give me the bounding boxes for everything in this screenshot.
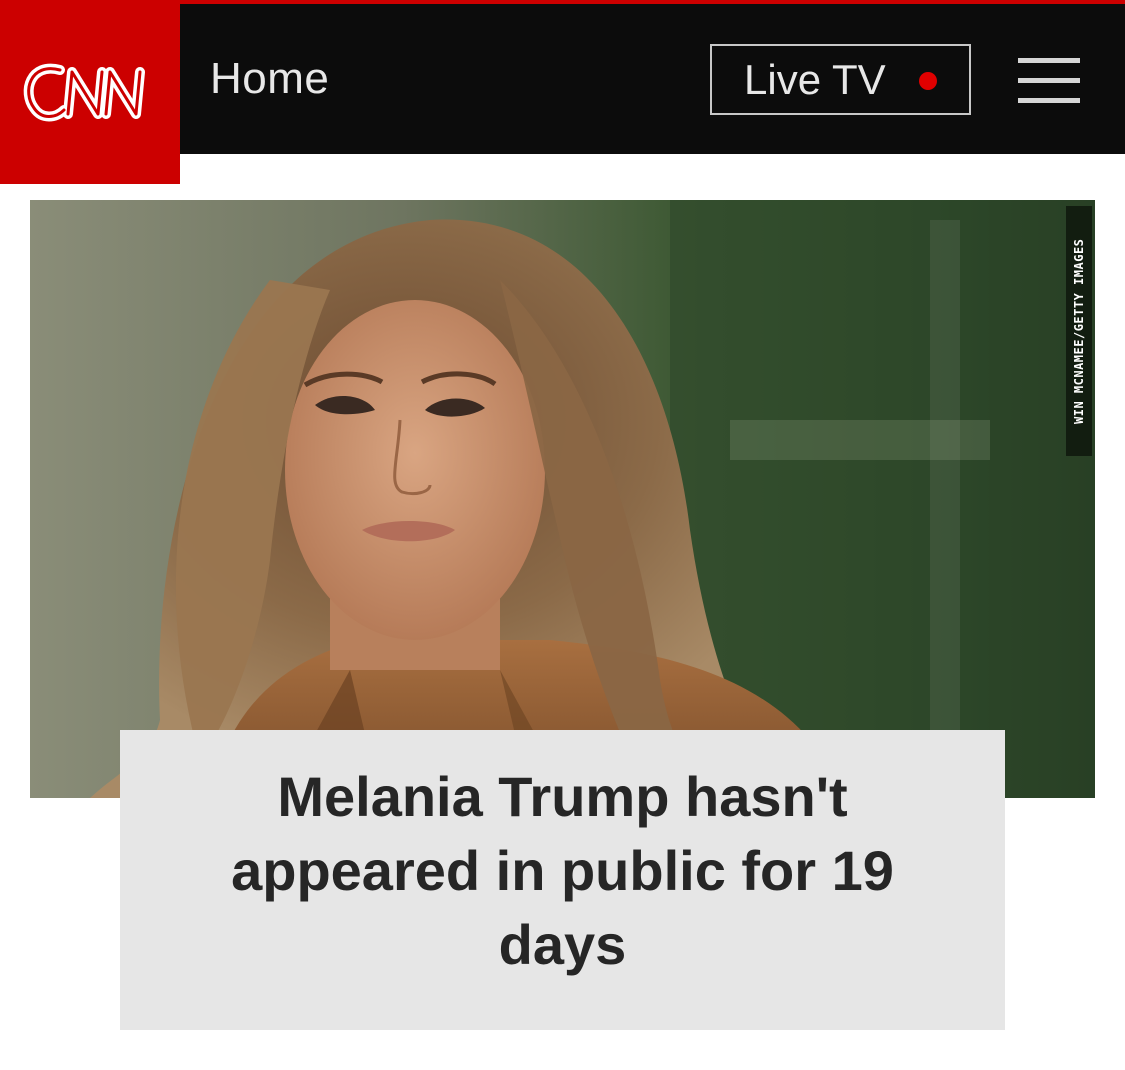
live-tv-button[interactable]: Live TV [710, 44, 971, 115]
home-link[interactable]: Home [210, 54, 329, 104]
hamburger-menu-icon[interactable] [1018, 58, 1080, 103]
hero-photo [30, 200, 1095, 798]
live-tv-label: Live TV [744, 55, 886, 103]
live-indicator-icon [919, 72, 937, 90]
hero-image[interactable] [30, 200, 1095, 798]
article-headline[interactable]: Melania Trump hasn't appeared in public … [160, 760, 965, 982]
headline-card[interactable]: Melania Trump hasn't appeared in public … [120, 730, 1005, 1030]
cnn-logo[interactable] [0, 0, 180, 184]
cnn-logo-mark [23, 63, 145, 122]
image-credit: WIN MCNAMEE/GETTY IMAGES [1066, 206, 1092, 456]
